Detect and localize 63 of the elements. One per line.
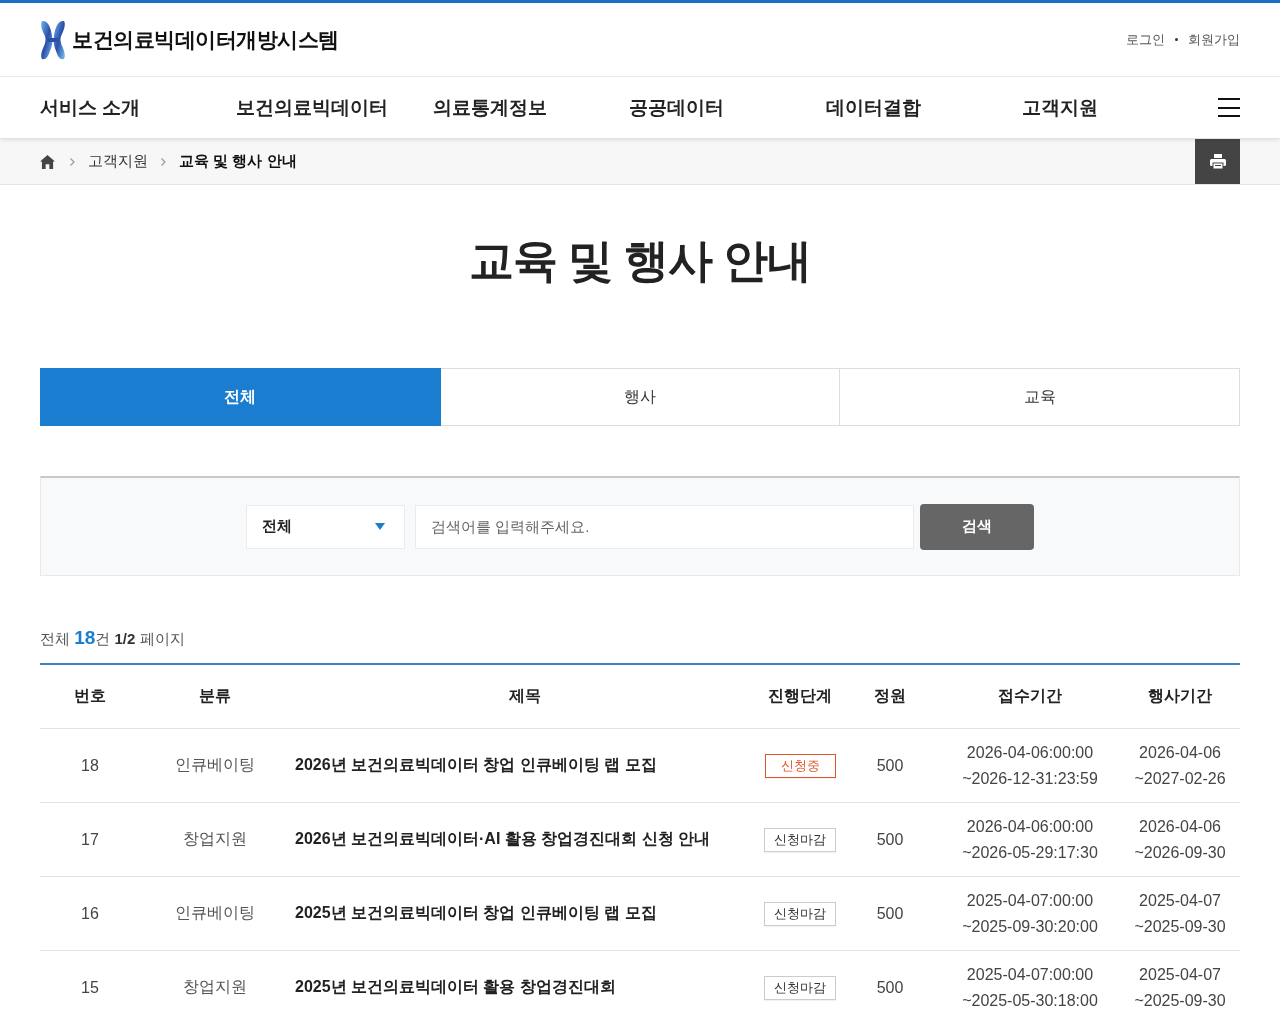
- tab[interactable]: 교육: [840, 368, 1240, 426]
- tab[interactable]: 행사: [440, 368, 841, 426]
- chevron-icon: [70, 157, 75, 166]
- nav-link[interactable]: 의료통계정보: [432, 94, 630, 121]
- login-link[interactable]: 로그인: [1126, 30, 1165, 49]
- breadcrumb-link[interactable]: 교육 및 행사 안내: [179, 152, 297, 171]
- table-cell: 500: [840, 950, 940, 1024]
- site-title[interactable]: 보건의료빅데이터개방시스템: [72, 25, 339, 54]
- table-cell: 인큐베이팅: [140, 728, 290, 803]
- page-title: 교육 및 행사 안내: [467, 234, 813, 288]
- column-header: 번호: [40, 664, 140, 729]
- status-badge: 신청마감: [764, 901, 836, 926]
- status-badge: 신청마감: [764, 827, 836, 852]
- table-cell: 2025-04-07 ~2025-09-30: [1120, 876, 1240, 951]
- table-cell: 17: [40, 802, 140, 877]
- column-header: 분류: [140, 664, 290, 729]
- table-cell: 18: [40, 728, 140, 803]
- signup-link[interactable]: 회원가입: [1188, 30, 1240, 49]
- table-cell: 창업지원: [140, 950, 290, 1024]
- category-select[interactable]: 전체: [246, 504, 405, 549]
- nav-link[interactable]: 데이터결합: [825, 94, 1023, 121]
- column-header: 제목: [290, 664, 760, 729]
- search-field[interactable]: 검색어를 입력해주세요.: [415, 504, 914, 549]
- column-header: 행사기간: [1120, 664, 1240, 729]
- home-icon[interactable]: [40, 154, 55, 169]
- column-header: 정원: [840, 664, 940, 729]
- table-cell: 창업지원: [140, 802, 290, 877]
- search-button[interactable]: 검색: [920, 503, 1034, 550]
- breadcrumb-link[interactable]: 고객지원: [88, 152, 148, 171]
- table-cell: 2025-04-07 ~2025-09-30: [1120, 950, 1240, 1024]
- column-header: 접수기간: [940, 664, 1120, 729]
- event-title-link[interactable]: 2026년 보건의료빅데이터·AI 활용 창업경진대회 신청 안내: [295, 830, 711, 847]
- table-cell: 2026-04-06 ~2026-09-30: [1120, 802, 1240, 877]
- table-cell: 2025-04-07:00:00 ~2025-09-30:20:00: [940, 876, 1120, 951]
- print-button[interactable]: [1195, 139, 1240, 184]
- status-badge: 신청마감: [764, 975, 836, 1000]
- table-cell: 500: [840, 876, 940, 951]
- table-cell: 2026-04-06:00:00 ~2026-05-29:17:30: [940, 802, 1120, 877]
- table-cell: 500: [840, 802, 940, 877]
- menu-icon[interactable]: [1218, 98, 1241, 117]
- printer-icon: [1209, 154, 1226, 169]
- table-cell: 500: [840, 728, 940, 803]
- column-header: 진행단계: [760, 664, 840, 729]
- event-title-link[interactable]: 2025년 보건의료빅데이터 창업 인큐베이팅 랩 모집: [295, 904, 657, 921]
- table-cell: 2025-04-07:00:00 ~2025-05-30:18:00: [940, 950, 1120, 1024]
- nav-link[interactable]: 보건의료빅데이터: [236, 94, 433, 121]
- table-cell: 2026-04-06 ~2027-02-26: [1120, 728, 1240, 803]
- nav-link[interactable]: 공공데이터: [629, 94, 826, 121]
- status-badge: 신청중: [764, 753, 836, 778]
- event-title-link[interactable]: 2025년 보건의료빅데이터 활용 창업경진대회: [295, 978, 616, 995]
- separator-dot-icon: [1175, 38, 1178, 41]
- event-title-link[interactable]: 2026년 보건의료빅데이터 창업 인큐베이팅 랩 모집: [295, 756, 657, 773]
- table-cell: 인큐베이팅: [140, 876, 290, 951]
- table-cell: 15: [40, 950, 140, 1024]
- result-count: 전체 18건 1/2 페이지: [40, 628, 186, 649]
- table-cell: 2026-04-06:00:00 ~2026-12-31:23:59: [940, 728, 1120, 803]
- nav-link[interactable]: 서비스 소개: [40, 94, 237, 121]
- logo-icon[interactable]: [40, 19, 66, 60]
- table-cell: 16: [40, 876, 140, 951]
- tab[interactable]: 전체: [40, 368, 441, 426]
- nav-link[interactable]: 고객지원: [1022, 94, 1219, 121]
- caret-icon: [375, 523, 385, 530]
- chevron-icon: [161, 157, 166, 166]
